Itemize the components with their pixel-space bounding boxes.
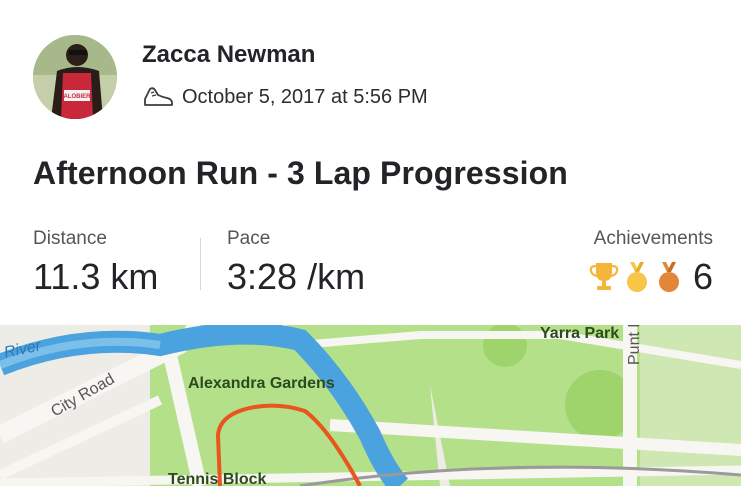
activity-date: October 5, 2017 at 5:56 PM	[182, 85, 428, 108]
athlete-photo: ALOBIER	[33, 35, 117, 119]
distance-label: Distance	[33, 228, 107, 249]
pace-value: 3:28 /km	[227, 256, 366, 297]
pace-label: Pace	[227, 228, 271, 249]
athlete-avatar[interactable]: ALOBIER	[33, 35, 117, 119]
achievements-summary[interactable]: 6	[589, 256, 713, 298]
distance-value: 11.3 km	[33, 256, 159, 297]
bronze-medal-icon	[658, 262, 679, 292]
activity-card[interactable]: ALOBIER Zacca Newman October 5, 2017 at …	[0, 0, 741, 325]
activity-title[interactable]: Afternoon Run - 3 Lap Progression	[33, 155, 568, 192]
bib-text: ALOBIER	[64, 94, 92, 100]
achievements-label: Achievements	[593, 228, 713, 249]
stat-divider	[200, 238, 201, 290]
trophy-icon	[589, 263, 619, 290]
route-map[interactable]: River City Road Alexandra Gardens Yarra …	[0, 325, 741, 486]
athlete-name[interactable]: Zacca Newman	[142, 41, 315, 69]
activity-meta: October 5, 2017 at 5:56 PM	[142, 84, 428, 110]
map-label-tennis-block: Tennis Block	[168, 471, 267, 486]
map-label-punt-rd: Punt Rd	[626, 325, 643, 365]
map-label-yarra-park: Yarra Park	[540, 325, 620, 342]
map-label-alexandra-gardens: Alexandra Gardens	[188, 375, 335, 392]
achievement-count: 6	[692, 256, 713, 297]
gold-medal-icon	[626, 262, 647, 292]
shoe-icon	[144, 87, 173, 106]
